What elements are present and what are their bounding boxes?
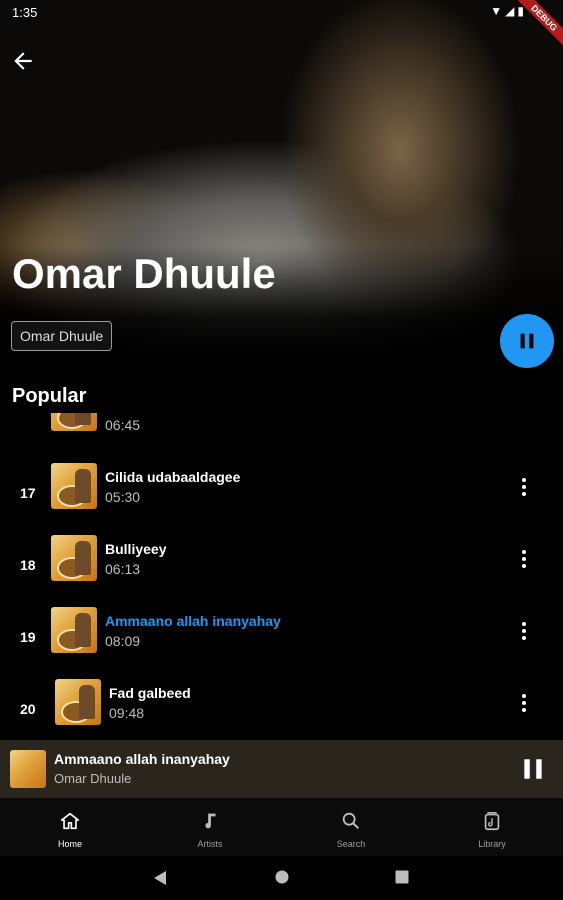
- artist-chip[interactable]: Omar Dhuule: [11, 321, 113, 351]
- track-thumbnail: [51, 607, 97, 653]
- mini-player-artist: Omar Dhuule: [54, 771, 132, 786]
- more-vert-icon[interactable]: [516, 547, 532, 571]
- track-duration: 09:48: [109, 705, 145, 721]
- artist-hero-image: [0, 0, 563, 365]
- nav-search-label: Search: [336, 839, 366, 849]
- track-title: Cilida udabaaldagee: [105, 469, 241, 485]
- track-title: Ammaano allah inanyahay: [105, 613, 281, 629]
- status-bar: 1:35 ▼◢▮: [0, 0, 563, 26]
- track-list: 06:45 17 Cilida udabaaldagee 05:30 18 Bu…: [0, 413, 563, 740]
- music-note-icon: [205, 813, 216, 829]
- track-duration: 06:13: [105, 561, 141, 577]
- nav-library[interactable]: Library: [452, 810, 532, 849]
- pause-icon[interactable]: [520, 756, 546, 782]
- pause-icon: [520, 333, 534, 349]
- bottom-navigation: Home Artists Search Library: [0, 798, 563, 856]
- track-row-playing[interactable]: 19 Ammaano allah inanyahay 08:09: [0, 605, 563, 677]
- track-title: Fad galbeed: [109, 685, 191, 701]
- nav-home[interactable]: Home: [30, 810, 110, 849]
- system-status-icons: ▼◢▮: [490, 4, 527, 18]
- track-row[interactable]: 17 Cilida udabaaldagee 05:30: [0, 461, 563, 533]
- track-duration: 08:09: [105, 633, 141, 649]
- track-number: 17: [20, 485, 36, 501]
- track-row-partial[interactable]: 06:45: [0, 413, 563, 447]
- track-row[interactable]: 20 Fad galbeed 09:48: [0, 677, 563, 740]
- system-home-icon[interactable]: [275, 870, 289, 884]
- nav-search[interactable]: Search: [311, 810, 391, 849]
- more-vert-icon[interactable]: [516, 475, 532, 499]
- track-thumbnail: [51, 463, 97, 509]
- nav-home-label: Home: [57, 839, 82, 849]
- nav-library-label: Library: [478, 839, 506, 849]
- more-vert-icon[interactable]: [516, 691, 532, 715]
- mini-player-title: Ammaano allah inanyahay: [54, 751, 230, 767]
- track-thumbnail: [51, 535, 97, 581]
- track-duration: 06:45: [105, 417, 141, 433]
- system-back-icon[interactable]: [153, 870, 167, 886]
- track-number: 19: [20, 629, 36, 645]
- mini-player-thumbnail: [10, 750, 46, 788]
- artist-name-title: Omar Dhuule: [12, 250, 276, 297]
- nav-artists[interactable]: Artists: [170, 810, 250, 849]
- library-icon: [484, 812, 500, 831]
- track-duration: 05:30: [105, 489, 141, 505]
- track-title: Bulliyeey: [105, 541, 167, 557]
- pause-fab-button[interactable]: [500, 314, 554, 368]
- search-icon: [342, 812, 360, 830]
- track-thumbnail: [51, 413, 97, 431]
- home-icon: [60, 812, 80, 830]
- back-arrow-icon[interactable]: [10, 48, 36, 74]
- track-number: 18: [20, 557, 36, 573]
- track-thumbnail: [55, 679, 101, 725]
- popular-section-title: Popular: [12, 385, 87, 407]
- system-navigation-bar: [0, 856, 563, 900]
- system-recents-icon[interactable]: [395, 870, 409, 884]
- nav-artists-label: Artists: [197, 839, 223, 849]
- status-time: 1:35: [12, 5, 38, 20]
- mini-player[interactable]: Ammaano allah inanyahay Omar Dhuule: [0, 740, 563, 798]
- track-number: 20: [20, 701, 36, 717]
- track-row[interactable]: 18 Bulliyeey 06:13: [0, 533, 563, 605]
- more-vert-icon[interactable]: [516, 619, 532, 643]
